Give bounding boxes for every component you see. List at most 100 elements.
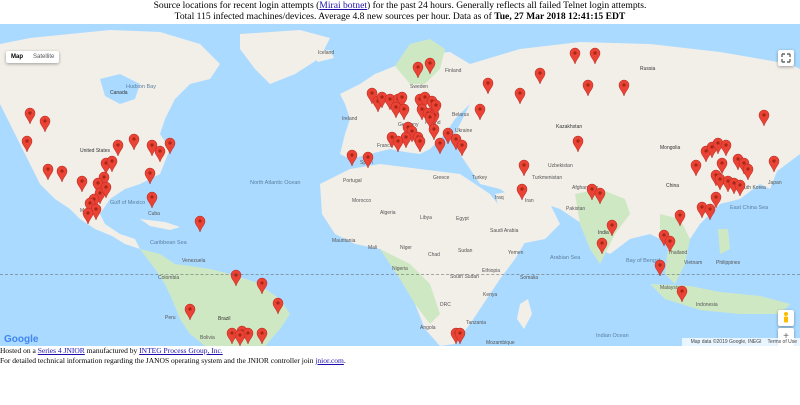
world-map[interactable]: Iceland Finland Sweden Russia Canada Hud… [0,24,800,346]
map-type-control: Map Satellite [6,51,60,63]
label-india: India [598,230,609,236]
label-vietnam: Vietnam [684,260,702,266]
map-pin-dot [694,163,698,167]
page-header: Source locations for recent login attemp… [0,0,800,24]
fullscreen-button[interactable] [778,50,794,66]
map-pin-dot [428,115,432,119]
map-marker-42[interactable] [346,149,358,167]
map-pin-dot [390,135,394,139]
map-pin-dot [150,195,154,199]
jnior-com-link[interactable]: jnior.com [315,356,344,365]
map-pin-dot [658,263,662,267]
map-pin-dot [188,307,192,311]
label-uzbekistan: Uzbekistan [548,163,573,169]
label-indian-ocean: Indian Ocean [596,333,629,339]
map-pin-dot [538,71,542,75]
label-iraq: Iraq [495,195,504,201]
map-pin-dot [714,195,718,199]
map-pin-dot [402,107,406,111]
label-sweden: Sweden [410,84,428,90]
label-colombia: Colombia [158,275,179,281]
label-iran: Iran [525,198,534,204]
map-pin-dot [598,191,602,195]
map-pin-dot [720,161,724,165]
label-belarus: Belarus [452,112,469,118]
label-north-atlantic-ocean: North Atlantic Ocean [250,180,300,186]
map-type-map-button[interactable]: Map [6,51,28,63]
label-russia: Russia [640,66,656,72]
map-pin-dot [708,207,712,211]
map-pin-dot [724,143,728,147]
label-niger: Niger [400,245,412,251]
map-pin-dot [350,153,354,157]
map-pin-dot [230,331,234,335]
map-pin-dot [370,91,374,95]
map-pin-dot [110,159,114,163]
map-pin-dot [622,83,626,87]
map-pin-dot [96,181,100,185]
map-marker-65[interactable] [704,203,716,221]
map-pin-dot [416,65,420,69]
google-logo: Google [4,334,39,345]
integ-process-group-link[interactable]: INTEG Process Group, Inc. [139,346,223,355]
map-marker-94[interactable] [146,191,158,209]
label-united-states: United States [80,148,111,154]
map-marker-93[interactable] [144,167,156,185]
header-line-2: Total 115 infected machines/devices. Ave… [174,11,626,22]
map-pin-dot [736,157,740,161]
map-pin-icon [704,203,716,221]
label-china: China [666,183,679,189]
label-turkmenistan: Turkmenistan [532,175,562,181]
label-portugal: Portugal [343,178,362,184]
map-pin-icon [194,215,206,233]
map-pin-dot [388,97,392,101]
map-marker-37[interactable] [434,137,446,155]
street-view-pegman-button[interactable] [778,310,794,326]
label-brazil: Brazil [218,316,231,322]
map-pin-dot [132,137,136,141]
map-marker-95[interactable] [194,215,206,233]
label-mozambique: Mozambique [486,340,515,346]
footer-line-1: Hosted on a Series 4 JNIOR manufactured … [0,346,223,355]
map-pin-dot [420,107,424,111]
label-finland: Finland [445,68,462,74]
series-4-jnior-link[interactable]: Series 4 JNIOR [38,346,85,355]
map-pin-dot [400,95,404,99]
map-pin-dot [593,51,597,55]
page-footer: Hosted on a Series 4 JNIOR manufactured … [0,346,800,365]
map-land-layer: Iceland Finland Sweden Russia Canada Hud… [0,30,800,346]
map-pin-dot [432,127,436,131]
label-hudson-bay: Hudson Bay [126,84,156,90]
label-caribbean-sea: Caribbean Sea [150,240,188,246]
terms-of-use-link[interactable]: Terms of Use [768,339,797,345]
footer-line-2: For detailed technical information regar… [0,355,346,365]
label-nigeria: Nigeria [392,266,408,272]
map-pin-dot [460,143,464,147]
map-pin-dot [680,289,684,293]
map-pin-dot [148,171,152,175]
map-attribution: Map data ©2019 Google, INEGI Terms of Use [681,338,800,346]
map-pin-dot [576,139,580,143]
mirai-botnet-link[interactable]: Mirai botnet [319,0,367,11]
map-pin-dot [428,61,432,65]
map-pin-dot [423,95,427,99]
map-pin-dot [700,205,704,209]
label-cuba: Cuba [148,211,160,217]
map-pin-dot [260,331,264,335]
map-pin-dot [610,223,614,227]
map-pin-dot [116,143,120,147]
label-mauritania: Mauritania [332,238,356,244]
map-pin-dot [198,219,202,223]
map-type-satellite-button[interactable]: Satellite [28,51,59,63]
label-ireland: Ireland [342,116,358,122]
equator-line [0,274,800,275]
map-pin-dot [446,131,450,135]
map-pin-dot [86,211,90,215]
label-morocco: Morocco [352,198,371,204]
label-somalia: Somalia [520,275,538,281]
map-pin-dot [518,91,522,95]
map-pin-dot [396,139,400,143]
label-ukraine: Ukraine [455,128,472,134]
map-pin-dot [478,107,482,111]
label-philippines: Philippines [716,260,741,266]
